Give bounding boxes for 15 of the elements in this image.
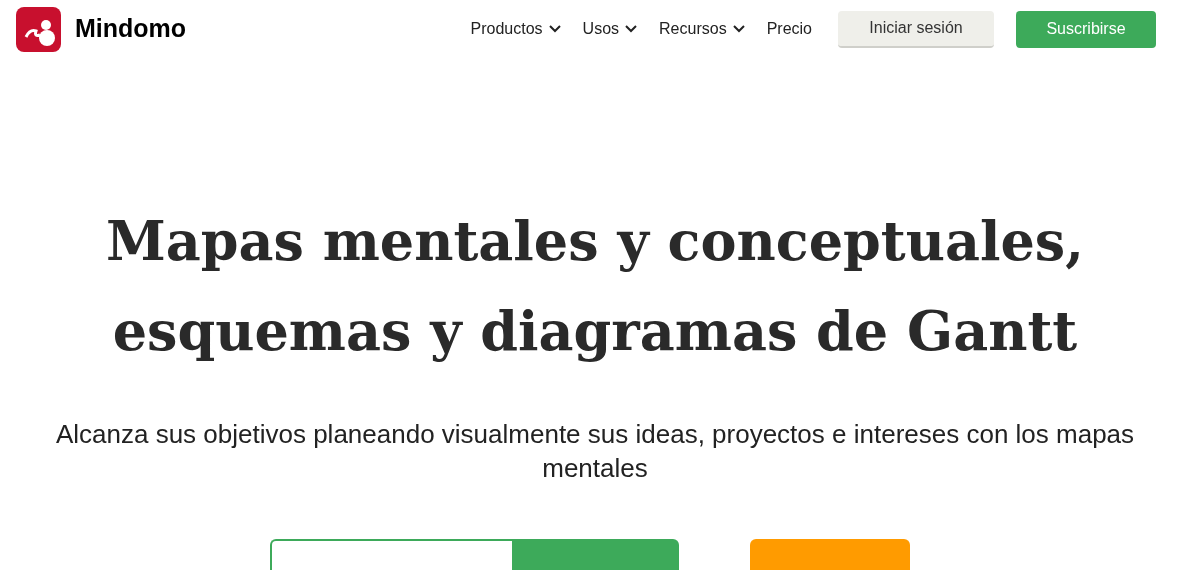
chevron-down-icon — [548, 25, 561, 33]
logo-icon — [16, 6, 61, 52]
signup-button[interactable] — [512, 539, 679, 570]
nav-link[interactable]: Productos — [470, 17, 561, 41]
nav-link[interactable]: Recursos — [659, 17, 745, 41]
chevron-down-icon — [625, 25, 638, 33]
hero-title: Mapas mentales y conceptuales, esquemas y diagramas de Gantt — [105, 208, 1085, 365]
brand-name[interactable]: Mindomo — [75, 10, 187, 48]
login-button[interactable]: Iniciar sesión — [838, 10, 994, 48]
nav-link[interactable]: Usos — [582, 17, 638, 41]
nav-link[interactable]: Precio — [766, 17, 812, 41]
cta-button[interactable] — [750, 539, 910, 570]
chevron-down-icon — [732, 25, 745, 33]
email-field[interactable] — [270, 539, 512, 570]
hero-subtitle: Alcanza sus objetivos planeando visualmente sus ideas, proyectos e intereses con los mapas mentales — [54, 418, 1136, 485]
